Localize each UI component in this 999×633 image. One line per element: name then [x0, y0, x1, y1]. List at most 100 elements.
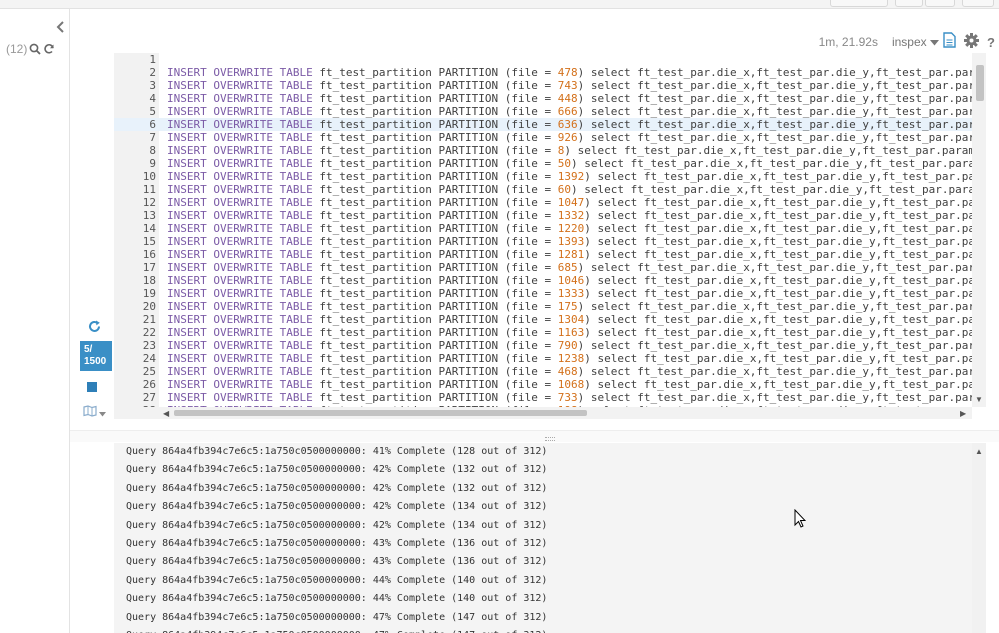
sql-text: ) select ft_test_par.die_x,ft_test_par.d…	[577, 105, 972, 118]
log-line: Query 864a4fb394c7e6c5:1a750c0500000000:…	[126, 446, 548, 457]
sql-text: ) select ft_test_par.die_x,ft_test_par.d…	[571, 157, 972, 170]
stop-button[interactable]	[87, 382, 97, 392]
scroll-right-icon[interactable]: ▶	[960, 409, 966, 418]
top-toolbar-button[interactable]	[895, 0, 923, 7]
sql-keyword: INSERT OVERWRITE TABLE	[167, 144, 313, 157]
query-header-info: 1m, 21.92s inspex	[819, 35, 939, 49]
sql-text: ) select ft_test_par.die_x,ft_test_par.d…	[577, 131, 972, 144]
code-line[interactable]: 8 INSERT OVERWRITE TABLE ft_test_partitio…	[114, 144, 972, 157]
code-line[interactable]: 3 INSERT OVERWRITE TABLE ft_test_partitio…	[114, 79, 972, 92]
code-line[interactable]: 24 INSERT OVERWRITE TABLE ft_test_partiti…	[114, 352, 972, 365]
top-toolbar-button[interactable]	[830, 0, 888, 7]
code-line[interactable]: 22 INSERT OVERWRITE TABLE ft_test_partiti…	[114, 326, 972, 339]
code-line[interactable]: 20 INSERT OVERWRITE TABLE ft_test_partiti…	[114, 300, 972, 313]
line-number: 5	[149, 105, 156, 118]
sql-keyword: INSERT OVERWRITE TABLE	[167, 170, 313, 183]
sql-text: ) select ft_test_par.die_x,ft_test_par.d…	[577, 261, 972, 274]
splitter-grip[interactable]	[545, 437, 555, 441]
code-line[interactable]: 19 INSERT OVERWRITE TABLE ft_test_partiti…	[114, 287, 972, 300]
editor-vertical-scroll-thumb[interactable]	[976, 65, 984, 101]
code-text: INSERT OVERWRITE TABLE ft_test_partition…	[167, 170, 972, 183]
line-number: 15	[142, 235, 156, 248]
help-icon[interactable]: ?	[987, 35, 995, 50]
code-line[interactable]: 13 INSERT OVERWRITE TABLE ft_test_partiti…	[114, 209, 972, 222]
code-text: INSERT OVERWRITE TABLE ft_test_partition…	[167, 326, 972, 339]
code-line[interactable]: 12 INSERT OVERWRITE TABLE ft_test_partiti…	[114, 196, 972, 209]
code-line[interactable]: 4 INSERT OVERWRITE TABLE ft_test_partitio…	[114, 92, 972, 105]
code-text: INSERT OVERWRITE TABLE ft_test_partition…	[167, 365, 972, 378]
sql-keyword: INSERT OVERWRITE TABLE	[167, 365, 313, 378]
code-line[interactable]: 15 INSERT OVERWRITE TABLE ft_test_partiti…	[114, 235, 972, 248]
sql-text: ft_test_partition PARTITION (file =	[312, 313, 558, 326]
code-line[interactable]: 1	[114, 53, 972, 66]
map-icon	[83, 404, 97, 422]
line-number: 23	[142, 339, 156, 352]
code-line[interactable]: 5 INSERT OVERWRITE TABLE ft_test_partitio…	[114, 105, 972, 118]
code-line[interactable]: 17 INSERT OVERWRITE TABLE ft_test_partiti…	[114, 261, 972, 274]
code-line[interactable]: 23 INSERT OVERWRITE TABLE ft_test_partiti…	[114, 339, 972, 352]
line-number: 28	[114, 404, 156, 407]
document-icon[interactable]	[943, 32, 956, 53]
sql-number: 60	[557, 183, 571, 196]
gear-icon[interactable]	[964, 32, 980, 53]
sql-text: ) select ft_test_par.die_x,ft_test_par.d…	[577, 339, 972, 352]
code-line[interactable]: 21 INSERT OVERWRITE TABLE ft_test_partiti…	[114, 313, 972, 326]
database-selector[interactable]: inspex	[892, 35, 939, 49]
line-number: 19	[142, 287, 156, 300]
code-line[interactable]: 26 INSERT OVERWRITE TABLE ft_test_partiti…	[114, 378, 972, 391]
editor-content[interactable]: 1 2 INSERT OVERWRITE TABLE ft_test_partiti…	[114, 53, 972, 407]
code-text: INSERT OVERWRITE TABLE ft_test_partition…	[167, 339, 972, 352]
sql-keyword: INSERT OVERWRITE TABLE	[167, 105, 313, 118]
sql-keyword: INSERT OVERWRITE TABLE	[167, 326, 313, 339]
top-toolbar-button[interactable]	[925, 0, 955, 7]
sql-editor[interactable]: 1 2 INSERT OVERWRITE TABLE ft_test_partiti…	[114, 53, 986, 419]
code-line[interactable]: 25 INSERT OVERWRITE TABLE ft_test_partiti…	[114, 365, 972, 378]
sql-keyword: INSERT OVERWRITE TABLE	[167, 131, 313, 144]
line-number: 2	[149, 66, 156, 79]
rerun-icon[interactable]	[88, 320, 101, 338]
code-text: INSERT OVERWRITE TABLE ft_test_partition…	[167, 352, 972, 365]
log-line: Query 864a4fb394c7e6c5:1a750c0500000000:…	[126, 593, 548, 605]
line-number: 26	[142, 378, 156, 391]
line-number: 8	[149, 144, 156, 157]
scroll-left-icon[interactable]: ◀	[163, 409, 169, 418]
sql-text: ft_test_partition PARTITION (file =	[312, 157, 558, 170]
editor-vertical-scrollbar[interactable]	[972, 53, 986, 407]
line-number: 27	[142, 391, 156, 404]
top-toolbar-button[interactable]	[962, 0, 994, 7]
log-line: Query 864a4fb394c7e6c5:1a750c0500000000:…	[126, 501, 548, 513]
scroll-up-icon[interactable]: ▲	[975, 447, 983, 456]
code-line[interactable]: 10 INSERT OVERWRITE TABLE ft_test_partiti…	[114, 170, 972, 183]
code-line[interactable]: 6 INSERT OVERWRITE TABLE ft_test_partitio…	[114, 118, 972, 131]
history-count: (12)	[6, 42, 28, 56]
code-line[interactable]: 18 INSERT OVERWRITE TABLE ft_test_partiti…	[114, 274, 972, 287]
panel-splitter[interactable]	[70, 430, 999, 442]
collapse-panel-icon[interactable]	[56, 20, 66, 36]
code-line[interactable]: 11 INSERT OVERWRITE TABLE ft_test_partiti…	[114, 183, 972, 196]
code-line[interactable]: 7 INSERT OVERWRITE TABLE ft_test_partitio…	[114, 131, 972, 144]
sql-text: ft_test_partition PARTITION (file =	[312, 183, 558, 196]
log-line: Query 864a4fb394c7e6c5:1a750c0500000000:…	[126, 574, 548, 586]
editor-horizontal-scroll-thumb[interactable]	[174, 410, 587, 416]
line-number: 11	[142, 183, 156, 196]
search-icon[interactable]	[29, 43, 41, 55]
sql-keyword: INSERT OVERWRITE TABLE	[167, 183, 313, 196]
log-line: Query 864a4fb394c7e6c5:1a750c0500000000:…	[126, 519, 548, 531]
sql-number: 478	[557, 66, 578, 79]
code-text: INSERT OVERWRITE TABLE ft_test_partition…	[167, 222, 972, 235]
code-line[interactable]: 27 INSERT OVERWRITE TABLE ft_test_partiti…	[114, 391, 972, 404]
scroll-down-icon[interactable]: ▼	[975, 395, 983, 404]
refresh-icon[interactable]	[43, 43, 55, 55]
code-line[interactable]: 14 INSERT OVERWRITE TABLE ft_test_partiti…	[114, 222, 972, 235]
code-line[interactable]: 9 INSERT OVERWRITE TABLE ft_test_partitio…	[114, 157, 972, 170]
sql-text: ) select ft_test_par.die_x,ft_test_par.d…	[584, 209, 972, 222]
sql-text: ) select ft_test_par.die_x,ft_test_par.d…	[577, 391, 972, 404]
log-vertical-scrollbar[interactable]	[972, 443, 986, 633]
execution-progress-badge[interactable]: 5/ 1500	[80, 341, 112, 371]
map-toggle[interactable]	[83, 404, 106, 422]
sql-text: ) select ft_test_par.die_x,ft_test_par.d…	[577, 79, 972, 92]
sql-number: 1163	[557, 326, 585, 339]
code-line[interactable]: 2 INSERT OVERWRITE TABLE ft_test_partitio…	[114, 66, 972, 79]
code-line[interactable]: 16 INSERT OVERWRITE TABLE ft_test_partiti…	[114, 248, 972, 261]
code-text: INSERT OVERWRITE TABLE ft_test_partition…	[167, 235, 972, 248]
